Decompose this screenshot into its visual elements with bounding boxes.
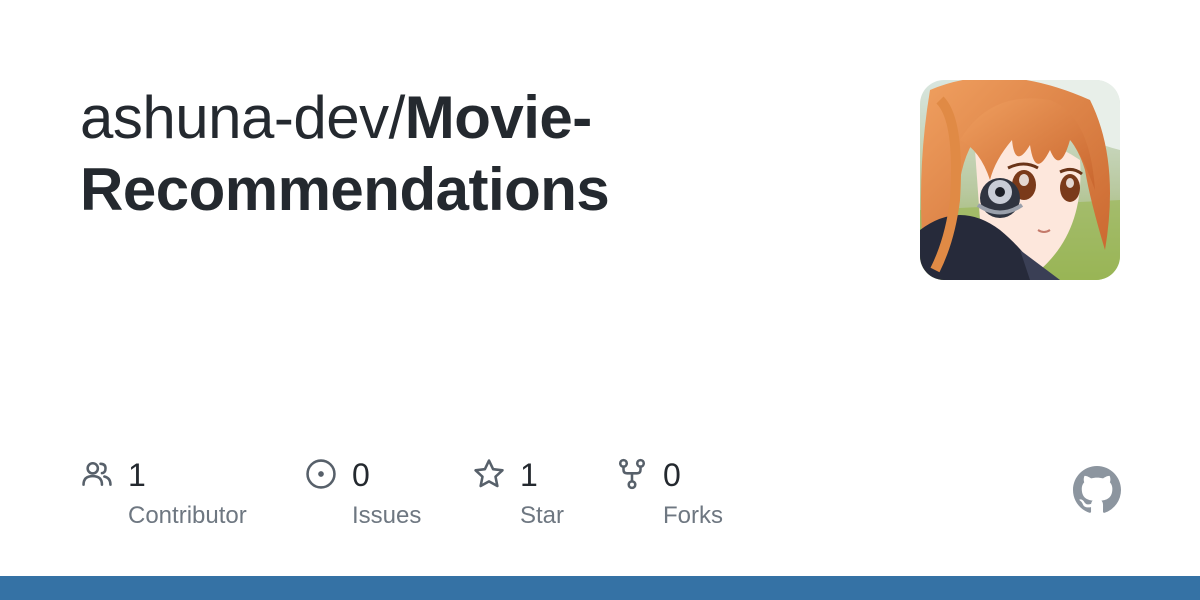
repo-social-card: ashuna-dev/Movie-Recommendations 1 Contr… xyxy=(0,0,1200,600)
avatar-image xyxy=(920,80,1120,280)
forks-count: 0 xyxy=(663,457,681,493)
stars-count: 1 xyxy=(520,457,538,493)
issues-label: Issues xyxy=(352,502,422,529)
language-bar xyxy=(0,576,1200,600)
issues-count: 0 xyxy=(352,457,370,493)
stars-label: Star xyxy=(520,502,565,529)
repo-forked-icon xyxy=(618,458,646,490)
repo-owner[interactable]: ashuna-dev/ xyxy=(80,84,405,151)
issue-opened-icon xyxy=(306,459,336,489)
star-icon xyxy=(474,459,504,488)
contributors-count: 1 xyxy=(128,457,146,493)
owner-avatar[interactable] xyxy=(920,80,1120,280)
language-bar-fill xyxy=(0,576,1200,600)
github-mark-icon[interactable] xyxy=(1073,466,1121,514)
repo-title[interactable]: ashuna-dev/Movie-Recommendations xyxy=(80,82,860,226)
forks-label: Forks xyxy=(663,502,723,529)
contributors-label: Contributor xyxy=(128,502,247,529)
people-icon xyxy=(82,461,112,486)
